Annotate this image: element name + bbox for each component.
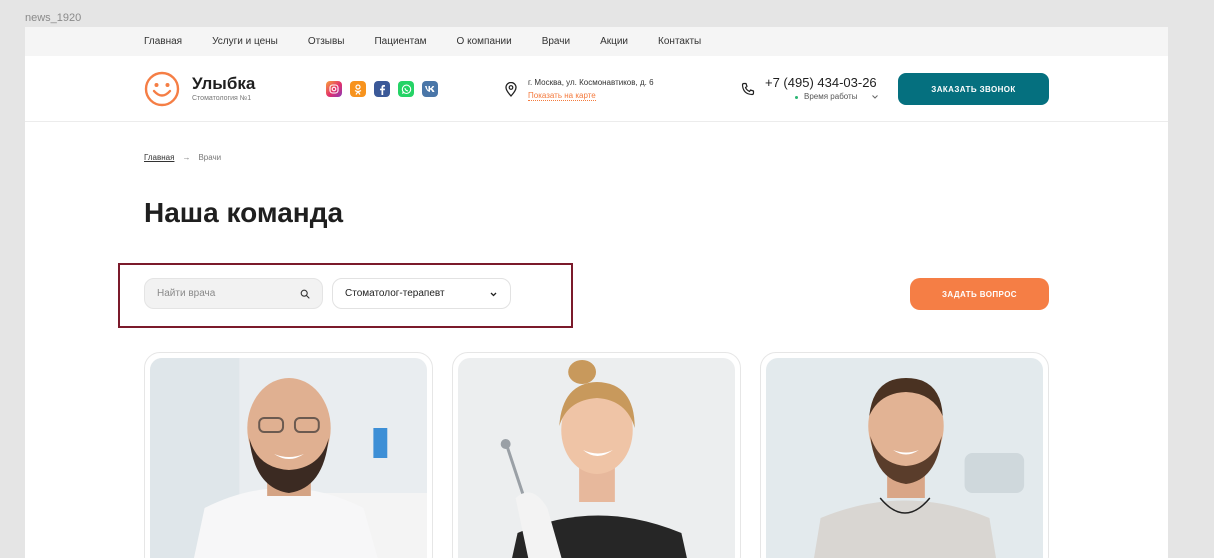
breadcrumb-current: Врачи	[198, 153, 222, 162]
nav-item-patients[interactable]: Пациентам	[374, 36, 426, 47]
page: Главная Услуги и цены Отзывы Пациентам О…	[25, 27, 1168, 558]
nav-item-reviews[interactable]: Отзывы	[308, 36, 345, 47]
facebook-icon[interactable]	[374, 81, 390, 97]
order-call-button[interactable]: ЗАКАЗАТЬ ЗВОНОК	[898, 73, 1049, 105]
chevron-down-icon[interactable]	[871, 93, 879, 101]
vk-icon[interactable]	[422, 81, 438, 97]
address: г. Москва, ул. Космонавтиков, д. 6	[528, 78, 654, 87]
doctor-photo	[150, 358, 427, 558]
whatsapp-icon[interactable]	[398, 81, 414, 97]
working-hours-toggle[interactable]: Время работы	[804, 92, 857, 101]
phone-icon	[741, 82, 755, 96]
ask-question-button[interactable]: ЗАДАТЬ ВОПРОС	[910, 278, 1049, 310]
doctor-photo	[766, 358, 1043, 558]
doctor-photo	[458, 358, 735, 558]
page-title: Наша команда	[144, 197, 344, 228]
doctor-card[interactable]	[144, 352, 433, 558]
smile-logo-icon[interactable]	[144, 71, 180, 107]
search-icon[interactable]	[300, 289, 310, 299]
breadcrumb-home[interactable]: Главная	[144, 153, 174, 162]
chevron-down-icon	[490, 292, 497, 297]
doctor-search	[144, 278, 323, 309]
instagram-icon[interactable]	[326, 81, 342, 97]
nav-item-doctors[interactable]: Врачи	[542, 36, 570, 47]
header: Улыбка Стоматология №1 г. Москва, ул. Ко…	[25, 56, 1168, 122]
nav-item-home[interactable]: Главная	[144, 36, 182, 47]
nav-item-about[interactable]: О компании	[457, 36, 512, 47]
open-status-dot	[795, 96, 798, 99]
show-on-map-link[interactable]: Показать на карте	[528, 91, 596, 101]
nav-item-contacts[interactable]: Контакты	[658, 36, 701, 47]
specialty-select-value: Стоматолог-терапевт	[345, 288, 445, 299]
phone-number[interactable]: +7 (495) 434-03-26	[765, 75, 877, 90]
brand-name[interactable]: Улыбка	[192, 74, 255, 94]
social-links	[326, 81, 438, 97]
specialty-select[interactable]: Стоматолог-терапевт	[332, 278, 511, 309]
brand-subtitle: Стоматология №1	[192, 95, 252, 102]
doctor-search-input[interactable]	[157, 288, 297, 299]
doctor-card[interactable]	[760, 352, 1049, 558]
nav-item-services[interactable]: Услуги и цены	[212, 36, 278, 47]
breadcrumb: Главная → Врачи	[144, 153, 221, 162]
nav-item-promotions[interactable]: Акции	[600, 36, 628, 47]
breadcrumb-arrow-icon: →	[182, 153, 191, 162]
location-pin-icon	[505, 82, 517, 97]
doctor-card[interactable]	[452, 352, 741, 558]
odnoklassniki-icon[interactable]	[350, 81, 366, 97]
frame-label: news_1920	[25, 12, 82, 24]
top-nav: Главная Услуги и цены Отзывы Пациентам О…	[25, 27, 1168, 56]
